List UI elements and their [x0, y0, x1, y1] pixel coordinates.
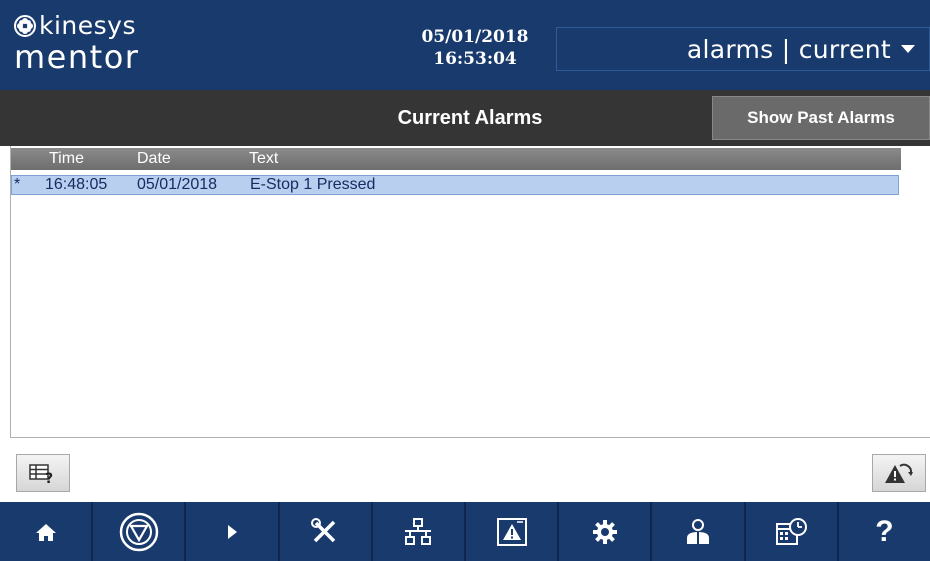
- kinesys-flower-icon: [14, 15, 36, 37]
- nav-alarms-button[interactable]: [466, 502, 560, 561]
- bottom-navigation: ?: [0, 502, 930, 561]
- play-icon: [228, 524, 237, 539]
- nav-help-button[interactable]: ?: [839, 502, 930, 561]
- clock-date: 05/01/2018: [421, 27, 529, 47]
- nav-schedule-button[interactable]: [746, 502, 839, 561]
- kinesys-mentor-logo: kinesys mentor: [14, 11, 140, 76]
- column-header-time[interactable]: Time: [49, 148, 84, 170]
- nav-network-button[interactable]: [373, 502, 467, 561]
- alarm-row-text: E-Stop 1 Pressed: [250, 176, 376, 193]
- column-header-text[interactable]: Text: [249, 148, 278, 170]
- home-icon: [35, 523, 56, 541]
- show-past-alarms-button[interactable]: Show Past Alarms: [712, 96, 930, 140]
- alarm-row-date: 05/01/2018: [137, 176, 218, 193]
- nav-estop-button[interactable]: [93, 502, 187, 561]
- nav-user-button[interactable]: [652, 502, 746, 561]
- logo-mentor-text: mentor: [14, 38, 140, 76]
- alarm-table: Time Date Text * 16:48:05 05/01/2018 E-S…: [10, 146, 930, 438]
- alarm-refresh-icon: [885, 463, 913, 483]
- column-header-date[interactable]: Date: [137, 148, 171, 170]
- screen-mode-dropdown[interactable]: alarms | current: [556, 27, 930, 71]
- table-help-icon: ?: [29, 464, 53, 485]
- user-icon: [687, 518, 710, 544]
- alarm-row[interactable]: * 16:48:05 05/01/2018 E-Stop 1 Pressed: [11, 175, 899, 195]
- page-title: Current Alarms: [397, 107, 543, 129]
- alarm-help-button[interactable]: ?: [16, 454, 70, 492]
- gear-icon: [592, 519, 617, 544]
- system-clock: 05/01/2018 16:53:04: [395, 26, 555, 70]
- alarm-table-header: Time Date Text: [11, 148, 901, 170]
- svg-text:?: ?: [45, 471, 53, 485]
- acknowledge-alarm-button[interactable]: [872, 454, 926, 492]
- clock-time: 16:53:04: [433, 49, 517, 69]
- nav-tools-button[interactable]: [280, 502, 373, 561]
- nav-run-button[interactable]: [186, 502, 280, 561]
- tools-icon: [311, 517, 336, 542]
- alarm-row-marker: *: [14, 176, 21, 193]
- caret-down-icon: [901, 45, 915, 53]
- nav-home-button[interactable]: [0, 502, 94, 561]
- alarm-warning-icon: [496, 517, 527, 546]
- alarm-row-time: 16:48:05: [45, 176, 108, 193]
- screen-mode-label: alarms | current: [686, 34, 891, 64]
- title-bar: Current Alarms Show Past Alarms: [0, 90, 930, 146]
- logo-kinesys-text: kinesys: [39, 11, 136, 40]
- app-header: kinesys mentor 05/01/2018 16:53:04 alarm…: [0, 0, 930, 90]
- table-toolbar: ?: [0, 438, 930, 502]
- estop-icon: [119, 512, 159, 551]
- nav-settings-button[interactable]: [559, 502, 653, 561]
- network-icon: [405, 517, 432, 545]
- schedule-icon: [776, 517, 808, 545]
- help-icon: ?: [875, 514, 894, 548]
